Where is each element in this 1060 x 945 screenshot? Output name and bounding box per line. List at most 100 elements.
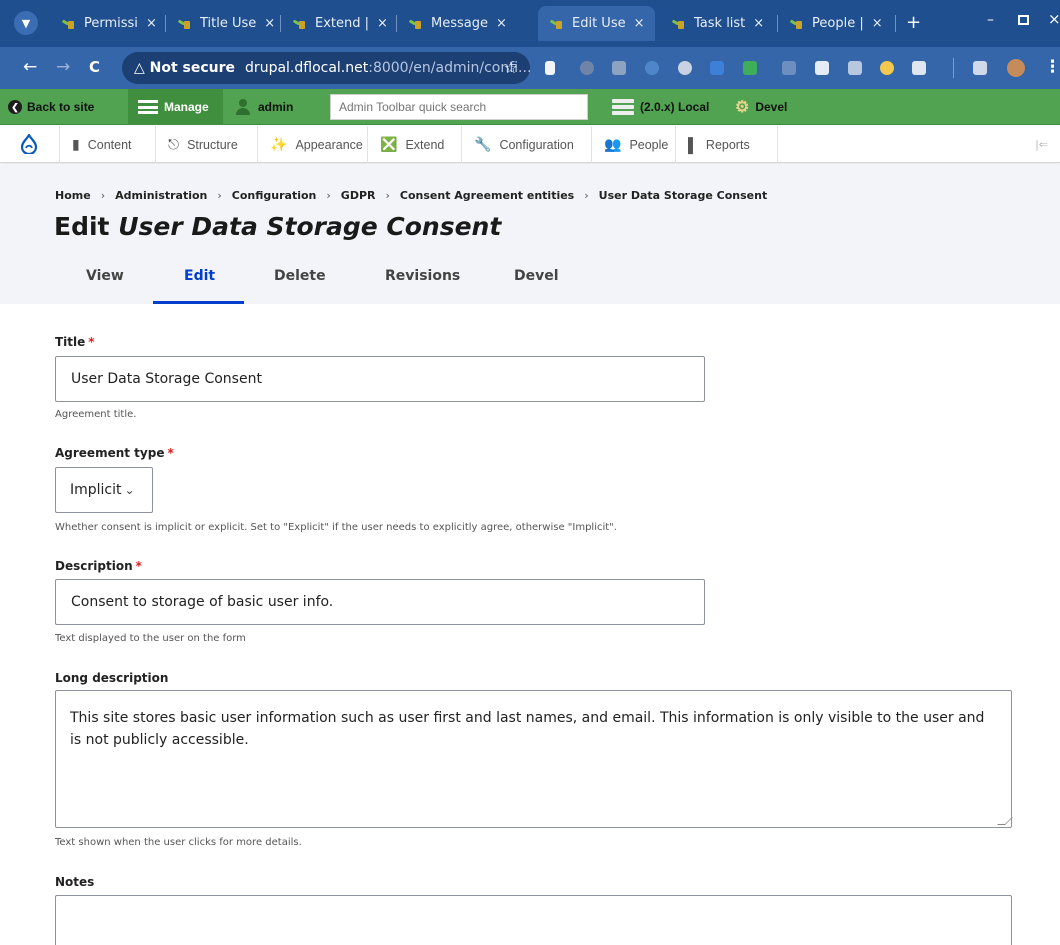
breadcrumb: Home › Administration › Configuration › GDPR › C… — [55, 189, 767, 202]
extension-icon[interactable] — [580, 61, 594, 75]
browser-tab[interactable]: Permissi × — [50, 6, 166, 41]
long-description-help-text: Text shown when the user clicks for more… — [55, 837, 302, 848]
browser-menu-icon[interactable]: ⋮ — [1044, 57, 1060, 77]
vue-devtools-icon[interactable] — [815, 61, 829, 75]
breadcrumb-link-configuration[interactable]: Configuration — [232, 189, 317, 202]
tab-devel[interactable]: Devel — [514, 268, 559, 304]
tab-title: Title Use — [200, 16, 257, 31]
tab-close-icon[interactable]: × — [872, 16, 883, 31]
browser-address-bar: ← → C △ Not secure drupal.dflocal.net:80… — [0, 47, 1060, 89]
extension-icon[interactable] — [678, 61, 692, 75]
required-marker: * — [135, 559, 142, 573]
required-marker: * — [167, 446, 174, 460]
tab-close-icon[interactable]: × — [496, 16, 507, 31]
menu-item-content[interactable]: ▮ Content — [59, 126, 156, 163]
server-icon — [612, 99, 634, 115]
back-to-site-link[interactable]: ❮ Back to site — [8, 89, 94, 125]
breadcrumb-link-gdpr[interactable]: GDPR — [341, 189, 376, 202]
new-tab-button[interactable]: + — [906, 12, 921, 33]
extension-icon[interactable] — [743, 61, 757, 75]
gear-icon: ⚙ — [735, 99, 750, 116]
tab-edit[interactable]: Edit — [184, 268, 215, 304]
title-input[interactable]: User Data Storage Consent — [55, 356, 705, 402]
description-input[interactable]: Consent to storage of basic user info. — [55, 579, 705, 625]
cast-icon[interactable] — [973, 61, 987, 75]
collapse-tray-icon[interactable]: |⇐ — [1035, 138, 1048, 151]
extension-icon[interactable] — [782, 61, 796, 75]
menu-item-reports[interactable]: ▌ Reports — [676, 126, 778, 163]
menu-item-extend[interactable]: ❎ Extend — [368, 126, 462, 163]
agreement-type-select[interactable]: Implicit ⌄ — [55, 467, 153, 513]
environment-indicator[interactable]: (2.0.x) Local — [612, 89, 709, 125]
chevron-down-icon: ⌄ — [124, 483, 135, 497]
breadcrumb-separator: › — [326, 189, 331, 202]
browser-tab-active[interactable]: Edit Use × — [538, 6, 655, 41]
notes-textarea[interactable] — [55, 895, 1012, 945]
tab-close-icon[interactable]: × — [634, 16, 645, 31]
user-menu[interactable]: admin — [236, 89, 293, 125]
tab-close-icon[interactable]: × — [264, 16, 275, 31]
extension-icon[interactable] — [645, 61, 659, 75]
browser-tab[interactable]: Task list × — [660, 6, 778, 41]
menu-item-structure[interactable]: ⎋ Structure — [156, 126, 258, 163]
bitwarden-extension-icon[interactable] — [545, 61, 555, 75]
admin-toolbar-search-input[interactable] — [330, 94, 588, 120]
drupal-favicon-icon — [550, 18, 566, 30]
browser-tab[interactable]: Message × — [397, 6, 533, 41]
reload-icon[interactable]: C — [89, 58, 100, 76]
maximize-icon[interactable] — [1018, 15, 1029, 25]
user-icon — [236, 99, 250, 115]
people-icon: 👥 — [604, 136, 622, 152]
browser-tab[interactable]: Extend | × — [281, 6, 397, 41]
window-close-icon[interactable]: × — [1048, 10, 1060, 28]
tab-title: Permissi — [84, 16, 138, 31]
drupal-logo-icon[interactable] — [21, 134, 37, 154]
long-description-textarea[interactable]: This site stores basic user information … — [55, 690, 1013, 828]
breadcrumb-link-consent-agreements[interactable]: Consent Agreement entities — [400, 189, 574, 202]
browser-tab[interactable]: People | × — [778, 6, 896, 41]
document-icon: ▮ — [72, 136, 80, 152]
breadcrumb-link-administration[interactable]: Administration — [115, 189, 207, 202]
admin-menu-tray: ▮ Content ⎋ Structure ✨ Appearance ❎ Ext… — [0, 126, 1060, 163]
long-description-text: This site stores basic user information … — [70, 710, 985, 748]
resize-handle[interactable] — [997, 817, 1013, 825]
minimize-icon[interactable]: – — [987, 12, 994, 28]
tab-close-icon[interactable]: × — [377, 16, 388, 31]
extension-icon[interactable] — [848, 61, 862, 75]
page-title: Edit User Data Storage Consent — [54, 212, 502, 241]
required-marker: * — [88, 335, 95, 349]
breadcrumb-separator: › — [584, 189, 589, 202]
not-secure-badge[interactable]: △ Not secure — [134, 60, 235, 76]
drupal-favicon-icon — [790, 18, 806, 30]
bookmark-star-icon[interactable]: ☆ — [504, 58, 518, 77]
tab-title: Message — [431, 16, 488, 31]
sitemap-icon: ⎋ — [168, 136, 180, 152]
menu-item-configuration[interactable]: 🔧 Configuration — [462, 126, 592, 163]
devel-menu[interactable]: ⚙ Devel — [735, 89, 787, 125]
extensions-puzzle-icon[interactable] — [912, 61, 926, 75]
tab-title: Extend | — [315, 16, 370, 31]
tab-title: Edit Use — [572, 16, 626, 31]
profile-avatar[interactable] — [1007, 59, 1025, 77]
tab-revisions[interactable]: Revisions — [385, 268, 460, 304]
breadcrumb-link-current[interactable]: User Data Storage Consent — [599, 189, 768, 202]
menu-item-people[interactable]: 👥 People — [592, 126, 676, 163]
tab-close-icon[interactable]: × — [146, 16, 157, 31]
manage-toggle[interactable]: Manage — [128, 89, 223, 125]
extension-icon[interactable] — [710, 61, 724, 75]
breadcrumb-link-home[interactable]: Home — [55, 189, 91, 202]
extension-icon[interactable] — [880, 61, 894, 75]
page-header: Home › Administration › Configuration › GDPR › C… — [0, 164, 1060, 304]
browser-tab[interactable]: Title Use × — [166, 6, 281, 41]
tab-close-icon[interactable]: × — [753, 16, 764, 31]
tab-delete[interactable]: Delete — [274, 268, 326, 304]
title-label: Title * — [55, 335, 95, 349]
menu-item-appearance[interactable]: ✨ Appearance — [258, 126, 368, 163]
breadcrumb-separator: › — [217, 189, 222, 202]
extension-icon[interactable] — [612, 61, 626, 75]
forward-arrow-icon[interactable]: → — [56, 57, 70, 77]
url-field[interactable]: △ Not secure drupal.dflocal.net:8000/en/… — [122, 52, 531, 84]
back-arrow-icon[interactable]: ← — [23, 57, 37, 77]
tab-search-icon[interactable]: ▼ — [14, 11, 38, 35]
tab-view[interactable]: View — [86, 268, 124, 304]
